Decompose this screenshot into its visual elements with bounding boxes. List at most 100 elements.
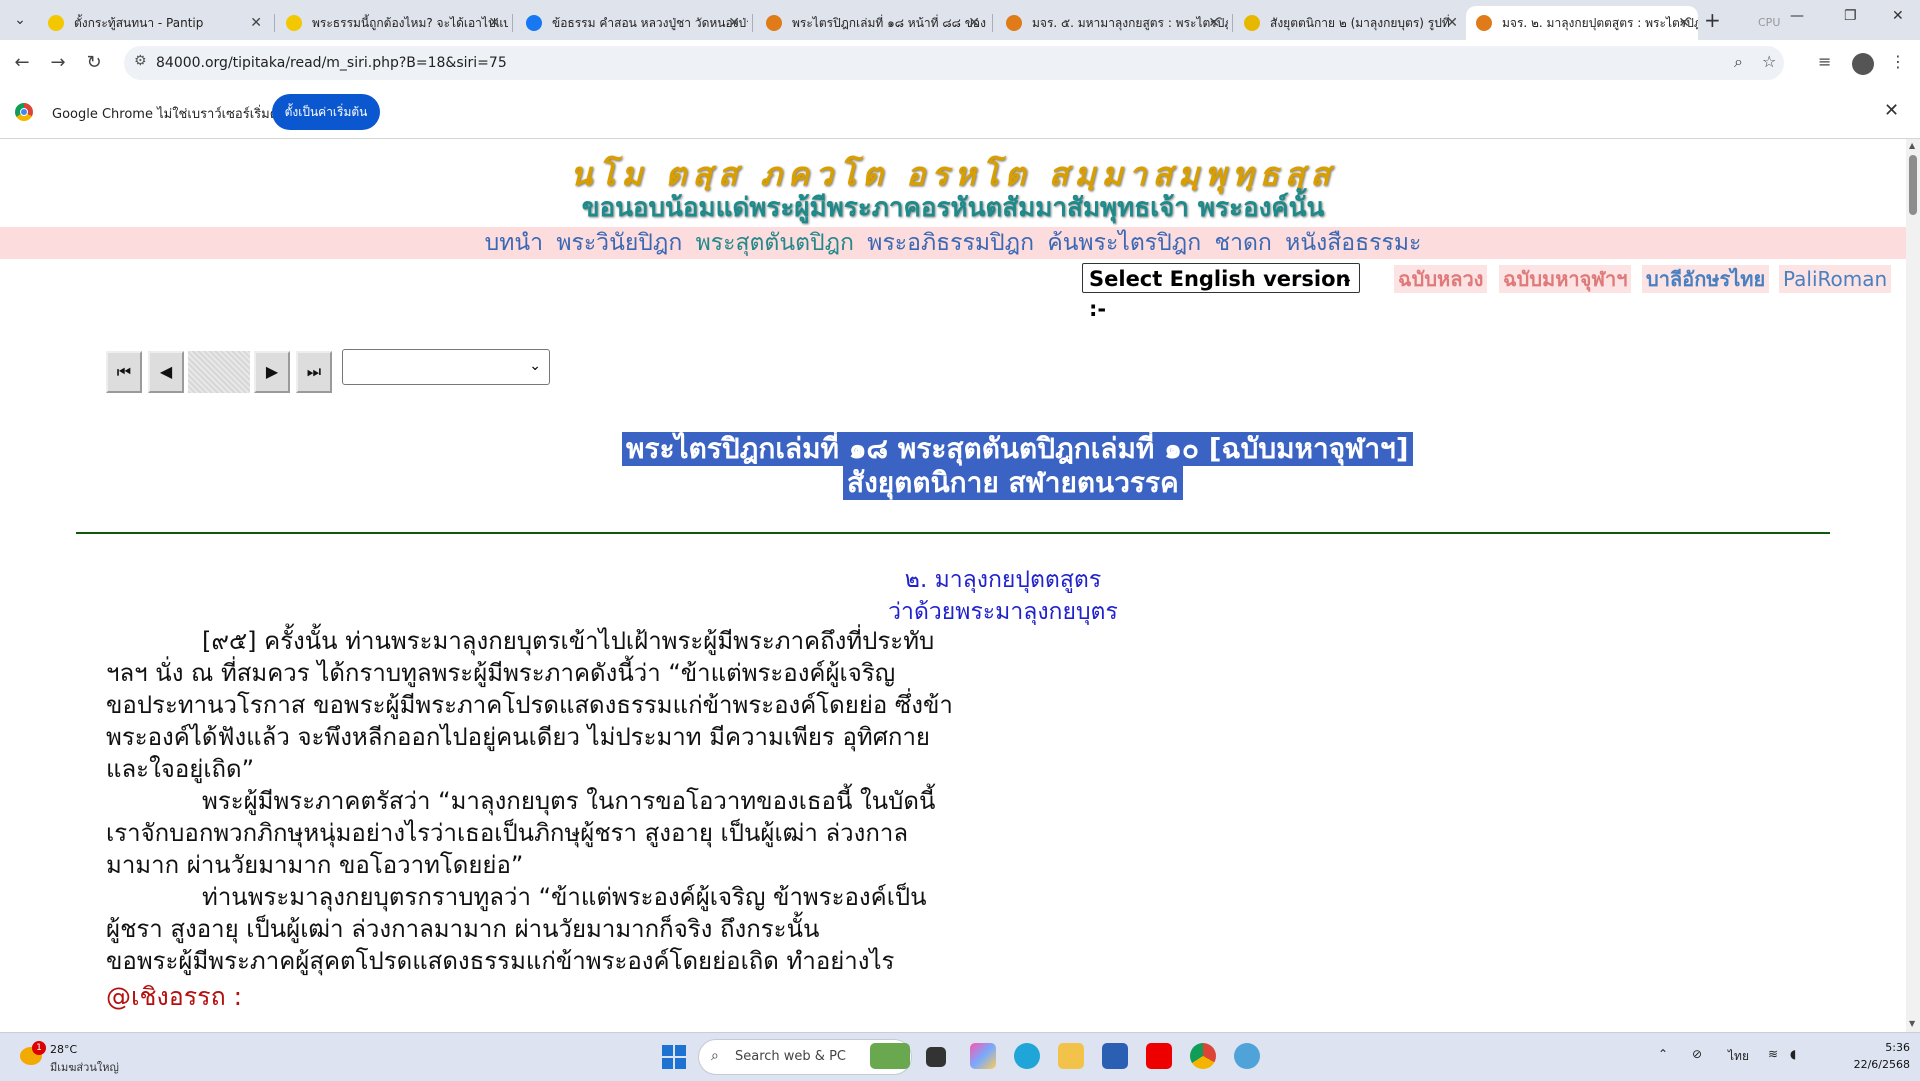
chevron-down-icon: ⌄ <box>1341 271 1353 287</box>
reading-list-icon[interactable]: ≡ <box>1818 52 1831 71</box>
minimize-icon[interactable]: — <box>1790 8 1804 24</box>
tab-title: พระไตรปิฎกเล่มที่ ๑๘ หน้าที่ ๘๘ ของ <box>792 16 986 30</box>
close-window-icon[interactable]: ✕ <box>1892 8 1904 24</box>
english-version-select[interactable]: Select English version :- ⌄ <box>1082 263 1360 321</box>
edition-royal[interactable]: ฉบับหลวง <box>1394 265 1488 293</box>
close-tab-icon[interactable]: ✕ <box>968 6 980 40</box>
nav-suttanta[interactable]: พระสุตตันตปิฎก <box>696 230 854 256</box>
nav-books[interactable]: หนังสือธรรมะ <box>1285 230 1421 256</box>
text-line: [๙๕] ครั้งนั้น ท่านพระมาลุงกยบุตรเข้าไปเ… <box>202 627 935 655</box>
browser-tab[interactable]: พระธรรมนี้ถูกต้องไหม? จะได้เอาไปแบ่ง ✕ <box>276 6 508 40</box>
wifi-icon[interactable]: ≋ <box>1768 1047 1778 1061</box>
nav-search[interactable]: ค้นพระไตรปิฎก <box>1047 230 1201 256</box>
tab-title: มจร. ๕. มหามาลุงกยสูตร : พระไตรปิฎก <box>1032 16 1228 30</box>
next-page-button[interactable]: ▶ <box>254 351 290 393</box>
notification-badge: 1 <box>32 1041 46 1055</box>
commentary-label: @เชิงอรรถ : <box>106 982 243 1011</box>
app-icon[interactable] <box>1234 1043 1260 1069</box>
copilot-icon[interactable] <box>970 1043 996 1069</box>
sutta-heading: ๒. มาลุงกยปุตตสูตร ว่าด้วยพระมาลุงกยบุตร <box>0 564 1906 628</box>
site-info-icon[interactable]: ⚙ <box>134 53 147 69</box>
pager-slider[interactable] <box>188 351 250 393</box>
weather-widget[interactable]: 1 28°C มีเมฆส่วนใหญ่ <box>20 1041 140 1074</box>
page-scrollbar[interactable]: ▲ ▼ <box>1906 139 1920 1032</box>
browser-tab[interactable]: มจร. ๕. มหามาลุงกยสูตร : พระไตรปิฎก ✕ <box>996 6 1228 40</box>
store-icon[interactable] <box>1102 1043 1128 1069</box>
tab-search-icon[interactable]: ⌄ <box>8 8 32 32</box>
tray-chevron-icon[interactable]: ⌃ <box>1658 1047 1668 1061</box>
page-select[interactable]: ⌄ <box>342 349 550 385</box>
reload-icon[interactable]: ↻ <box>82 52 106 73</box>
close-tab-icon[interactable]: ✕ <box>488 6 500 40</box>
file-explorer-icon[interactable] <box>1058 1043 1084 1069</box>
tab-title: สังยุตตนิกาย ๒ (มาลุงกยบุตร) รูปที่ <box>1270 16 1450 30</box>
widgets-icon[interactable] <box>870 1043 910 1069</box>
restore-icon[interactable]: ❐ <box>1844 8 1857 24</box>
new-tab-button[interactable]: + <box>1704 8 1721 32</box>
zoom-icon[interactable]: ⌕ <box>1734 52 1743 72</box>
close-tab-icon[interactable]: ✕ <box>1208 6 1220 40</box>
search-icon: ⌕ <box>711 1048 719 1064</box>
close-tab-icon[interactable]: ✕ <box>1446 6 1458 40</box>
nav-intro[interactable]: บทนำ <box>485 230 543 256</box>
network-off-icon[interactable]: ⊘ <box>1692 1047 1702 1061</box>
menu-dots-icon[interactable]: ⋮ <box>1890 52 1906 71</box>
text-line: เราจักบอกพวกภิกษุหนุ่มอย่างไรว่าเธอเป็นภ… <box>106 819 909 847</box>
cpu-label: CPU <box>1758 16 1781 29</box>
profile-avatar[interactable] <box>1852 53 1874 75</box>
infobar-close-icon[interactable]: ✕ <box>1884 100 1899 121</box>
clock-date: 22/6/2568 <box>1853 1058 1910 1071</box>
scroll-thumb[interactable] <box>1909 155 1917 215</box>
text-line: และใจอยู่เถิด” <box>106 755 255 783</box>
tab-separator <box>1232 14 1233 32</box>
tab-title: ตั้งกระทู้สนทนา - Pantip <box>74 16 204 30</box>
set-default-button[interactable]: ตั้งเป็นค่าเริ่มต้น <box>272 94 380 130</box>
taskbar-clock[interactable]: 5:36 22/6/2568 <box>1820 1039 1910 1073</box>
edition-pali-roman[interactable]: PaliRoman <box>1779 265 1892 293</box>
clock-time: 5:36 <box>1885 1041 1910 1054</box>
chrome-taskbar-icon[interactable] <box>1190 1043 1216 1069</box>
prev-page-button[interactable]: ◀ <box>148 351 184 393</box>
browser-toolbar: ← → ↻ ⚙ 84000.org/tipitaka/read/m_siri.p… <box>0 40 1920 86</box>
browser-tab[interactable]: พระไตรปิฎกเล่มที่ ๑๘ หน้าที่ ๘๘ ของ ✕ <box>756 6 988 40</box>
tab-title: มจร. ๒. มาลุงกยปุตตสูตร : พระไตรปิฎก <box>1502 16 1698 30</box>
first-page-button[interactable]: ⏮ <box>106 351 142 393</box>
page-navigator: ⏮ ◀ ▶ ⏭ <box>106 351 334 393</box>
favicon-icon <box>1476 15 1492 31</box>
volume-subtitle: สังยุตตนิกาย สฬายตนวรรค <box>843 466 1183 500</box>
address-bar[interactable]: ⚙ 84000.org/tipitaka/read/m_siri.php?B=1… <box>124 46 1784 80</box>
forward-icon[interactable]: → <box>46 52 70 73</box>
start-button[interactable] <box>662 1045 686 1069</box>
back-icon[interactable]: ← <box>10 52 34 73</box>
browser-tab[interactable]: สังยุตตนิกาย ๒ (มาลุงกยบุตร) รูปที่ ✕ <box>1234 6 1466 40</box>
last-page-button[interactable]: ⏭ <box>296 351 332 393</box>
favicon-icon <box>286 15 302 31</box>
task-view-icon[interactable] <box>926 1047 946 1067</box>
tab-title: พระธรรมนี้ถูกต้องไหม? จะได้เอาไปแบ่ง <box>312 16 508 30</box>
tab-separator <box>274 14 275 32</box>
sutta-text: [๙๕] ครั้งนั้น ท่านพระมาลุงกยบุตรเข้าไปเ… <box>106 625 966 977</box>
close-tab-icon[interactable]: ✕ <box>1678 6 1690 40</box>
nav-abhidhamma[interactable]: พระอภิธรรมปิฎก <box>867 230 1034 256</box>
input-language[interactable]: ไทย <box>1728 1047 1749 1066</box>
tab-separator <box>752 14 753 32</box>
browser-tab[interactable]: ตั้งกระทู้สนทนา - Pantip ✕ <box>38 6 270 40</box>
text-line: ท่านพระมาลุงกยบุตรกราบทูลว่า “ข้าแต่พระอ… <box>202 883 927 911</box>
favicon-icon <box>48 15 64 31</box>
volume-icon[interactable]: ◖ <box>1790 1047 1796 1061</box>
edge-icon[interactable] <box>1014 1043 1040 1069</box>
scroll-down-icon[interactable]: ▼ <box>1909 1019 1915 1028</box>
nav-vinaya[interactable]: พระวินัยปิฎก <box>556 230 682 256</box>
edition-mcu[interactable]: ฉบับมหาจุฬาฯ <box>1499 265 1632 293</box>
scroll-up-icon[interactable]: ▲ <box>1909 141 1915 150</box>
tab-separator <box>992 14 993 32</box>
favicon-icon <box>526 15 542 31</box>
youtube-icon[interactable] <box>1146 1043 1172 1069</box>
nav-jataka[interactable]: ชาดก <box>1214 230 1271 256</box>
bookmark-star-icon[interactable]: ☆ <box>1762 52 1776 71</box>
close-tab-icon[interactable]: ✕ <box>728 6 740 40</box>
close-tab-icon[interactable]: ✕ <box>250 6 262 40</box>
browser-tab[interactable]: ข้อธรรม คำสอน หลวงปู่ชา วัดหนองป่าพง ✕ <box>516 6 748 40</box>
browser-tab[interactable]: มจร. ๒. มาลุงกยปุตตสูตร : พระไตรปิฎก ✕ <box>1466 6 1698 40</box>
edition-pali-thai[interactable]: บาลีอักษรไทย <box>1642 265 1770 293</box>
